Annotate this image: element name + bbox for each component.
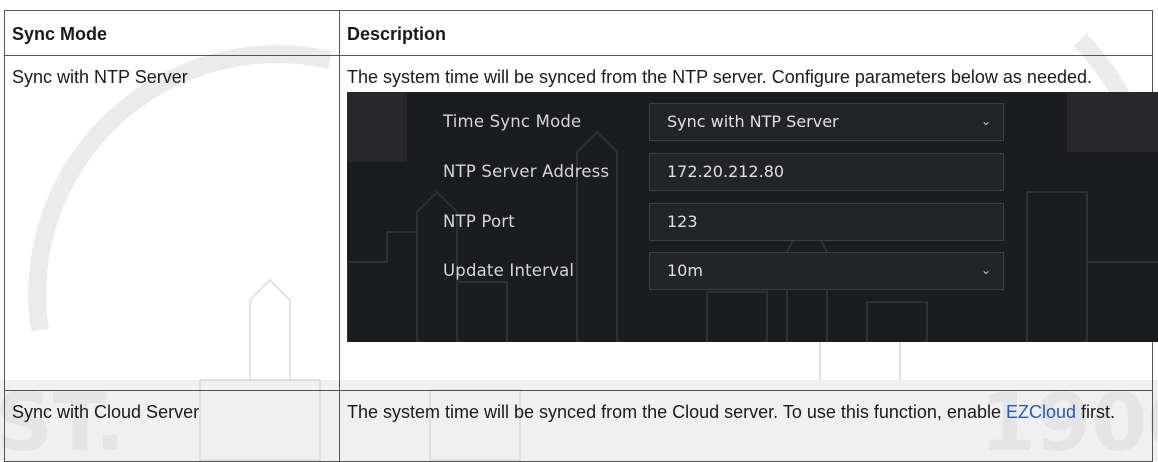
cell-mode-cloud: Sync with Cloud Server	[4, 390, 340, 462]
ntp-port-input[interactable]: 123	[649, 203, 1004, 241]
ezcloud-link[interactable]: EZCloud	[1006, 402, 1076, 422]
time-sync-mode-value: Sync with NTP Server	[667, 112, 839, 131]
ntp-server-address-value: 172.20.212.80	[667, 162, 785, 181]
ntp-server-address-row: NTP Server Address 172.20.212.80	[347, 153, 1158, 191]
update-interval-row: Update Interval 10m ⌄	[347, 252, 1158, 290]
update-interval-value: 10m	[667, 261, 703, 280]
header-description: Description	[339, 10, 1153, 56]
chevron-down-icon: ⌄	[980, 114, 991, 128]
header-sync-mode: Sync Mode	[4, 10, 340, 56]
update-interval-label: Update Interval	[443, 261, 575, 280]
ntp-server-address-label: NTP Server Address	[443, 162, 610, 181]
table-row: Sync with NTP Server The system time wil…	[4, 55, 1158, 391]
cell-mode-ntp: Sync with NTP Server	[4, 55, 340, 391]
ntp-server-address-input[interactable]: 172.20.212.80	[649, 153, 1004, 191]
ntp-port-value: 123	[667, 212, 698, 231]
update-interval-select[interactable]: 10m ⌄	[649, 252, 1004, 290]
cell-description-ntp: The system time will be synced from the …	[339, 55, 1158, 391]
table-header-row: Sync Mode Description	[4, 10, 1153, 56]
time-sync-settings-panel: Time Sync Mode Sync with NTP Server ⌄ NT…	[347, 92, 1158, 342]
time-sync-mode-label: Time Sync Mode	[443, 112, 582, 131]
description-text: The system time will be synced from the …	[347, 67, 1092, 87]
sync-mode-table: Sync Mode Description Sync with NTP Serv…	[4, 10, 1158, 462]
time-sync-mode-row: Time Sync Mode Sync with NTP Server ⌄	[347, 103, 1158, 141]
ntp-port-label: NTP Port	[443, 212, 515, 231]
time-sync-mode-select[interactable]: Sync with NTP Server ⌄	[649, 103, 1004, 141]
description-text: The system time will be synced from the …	[347, 402, 1006, 422]
table-row: Sync with Cloud Server The system time w…	[4, 390, 1153, 462]
description-text-end: first.	[1076, 402, 1116, 422]
chevron-down-icon: ⌄	[980, 263, 991, 277]
ntp-port-row: NTP Port 123	[347, 203, 1158, 241]
cell-description-cloud: The system time will be synced from the …	[339, 390, 1153, 462]
